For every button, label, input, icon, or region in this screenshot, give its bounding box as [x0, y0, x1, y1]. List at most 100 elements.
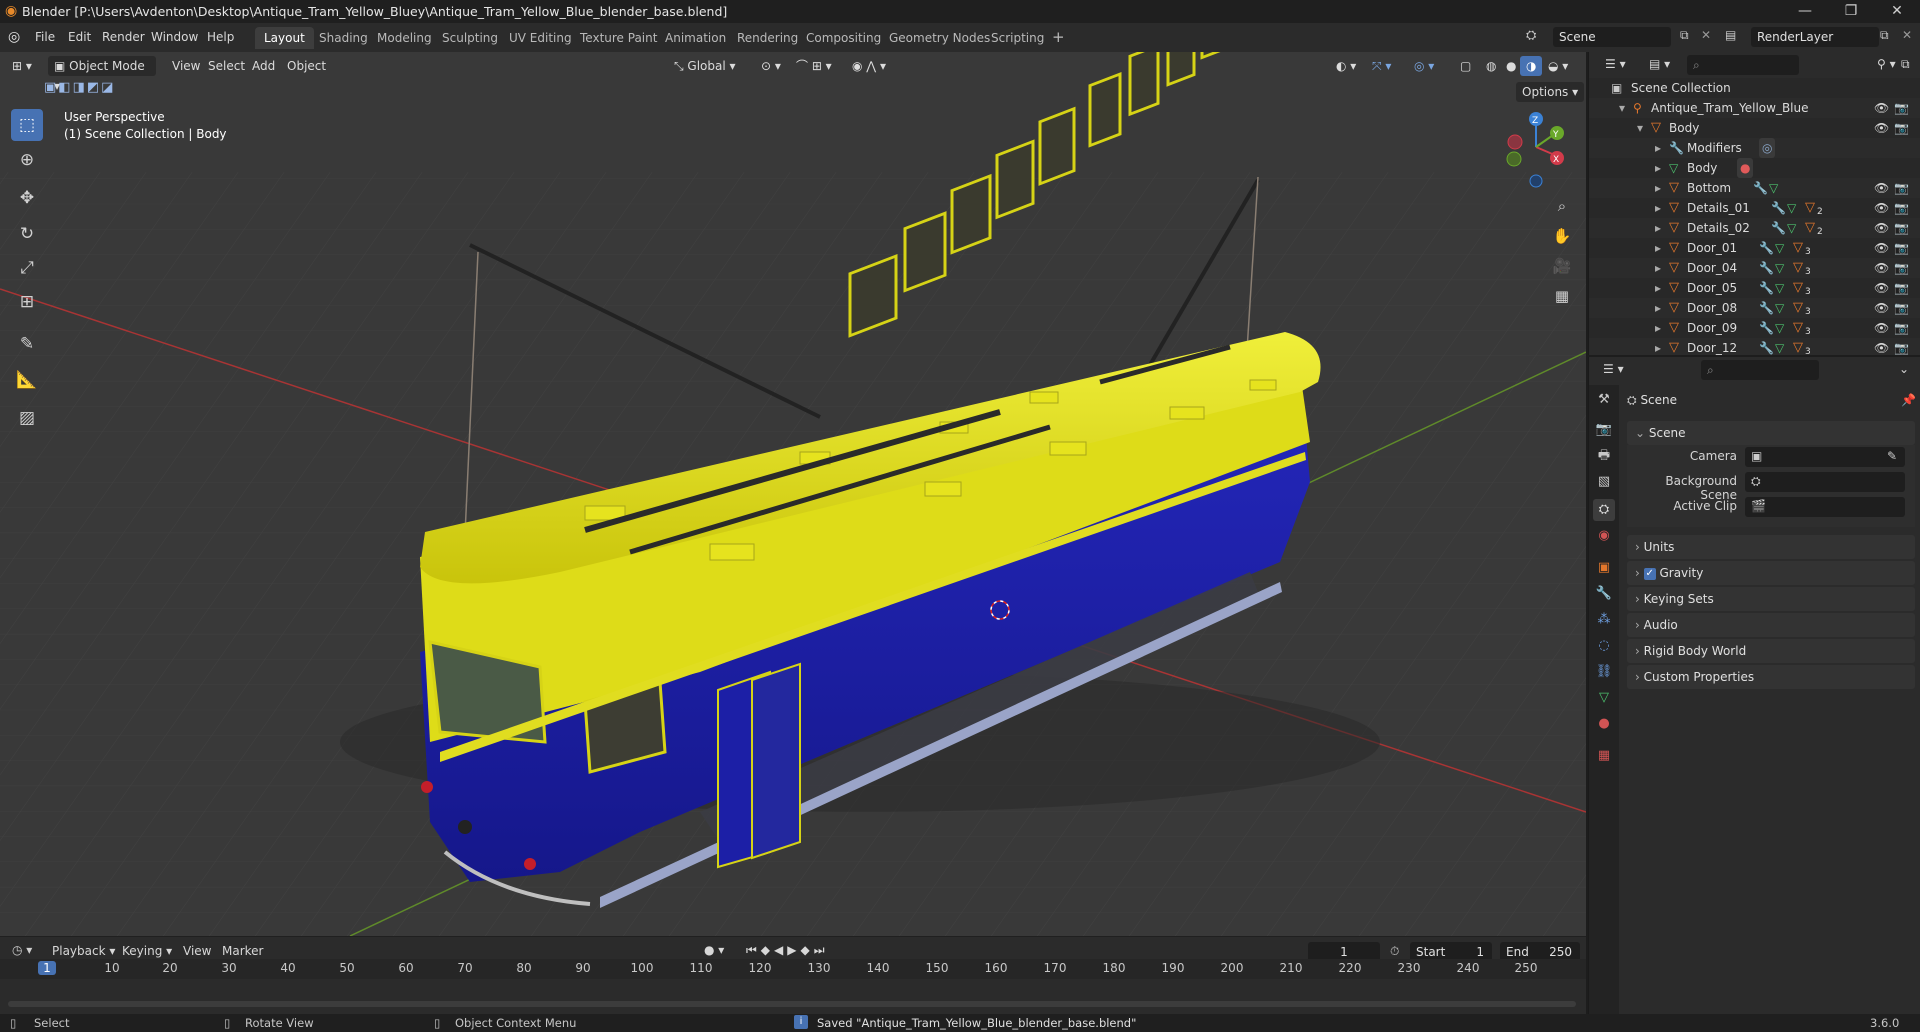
tab-compositing[interactable]: Compositing	[797, 27, 890, 49]
outliner-row-door-01[interactable]: ▸ ▽ Door_01 🔧 ▽ ▽ 3 👁 📷	[1589, 238, 1920, 258]
blender-menu-icon[interactable]: ◎	[8, 29, 20, 45]
data-tab-icon[interactable]: ▽	[1593, 687, 1615, 709]
output-tab-icon[interactable]: 🖶	[1593, 445, 1615, 467]
tab-rendering[interactable]: Rendering	[728, 27, 807, 49]
viewport-menu-add[interactable]: Add	[246, 56, 281, 76]
timeline-menu-playback[interactable]: Playback ▾	[52, 944, 115, 958]
timeline-ruler[interactable]: 1 10 20 30 40 50 60 70 80 90 100 110 120…	[0, 959, 1586, 979]
gravity-panel[interactable]: › ✓ Gravity	[1627, 561, 1915, 585]
render-camera-icon[interactable]: 📷	[1894, 258, 1909, 278]
tab-uv-editing[interactable]: UV Editing	[500, 27, 581, 49]
preview-range-icon[interactable]: ⏱	[1390, 944, 1399, 959]
units-panel[interactable]: › Units	[1627, 535, 1915, 559]
timeline-editor-type-icon[interactable]: ◷ ▾	[12, 943, 32, 957]
modifier-tab-icon[interactable]: 🔧	[1593, 583, 1615, 605]
overlay-toggle-icon[interactable]: ◎ ▾	[1408, 56, 1440, 76]
menu-render[interactable]: Render	[102, 30, 145, 44]
menu-edit[interactable]: Edit	[68, 30, 91, 44]
pan-hand-icon[interactable]: ✋	[1548, 222, 1576, 250]
view-layer-tab-icon[interactable]: ▧	[1593, 471, 1615, 493]
delete-scene-icon[interactable]: ✕	[1701, 28, 1711, 42]
properties-search-input[interactable]: ⌕	[1701, 360, 1819, 380]
visibility-eye-icon[interactable]: 👁	[1874, 258, 1889, 278]
3d-viewport[interactable]: Z X Y	[0, 52, 1586, 936]
visibility-eye-icon[interactable]: 👁	[1874, 178, 1889, 198]
display-mode-icon[interactable]: ▤ ▾	[1649, 57, 1670, 71]
playback-controls[interactable]: ⏮◆◀▶◆⏭	[746, 943, 829, 958]
visibility-eye-icon[interactable]: 👁	[1874, 278, 1889, 298]
menu-help[interactable]: Help	[207, 30, 234, 44]
new-view-layer-icon[interactable]: ⧉	[1880, 28, 1889, 43]
menu-window[interactable]: Window	[151, 30, 198, 44]
material-tab-icon[interactable]: ●	[1593, 713, 1615, 735]
outliner-tree[interactable]: ▣ Scene Collection ▾ ⚲ Antique_Tram_Yell…	[1589, 78, 1920, 355]
properties-editor-type-icon[interactable]: ☰ ▾	[1603, 362, 1624, 376]
visibility-eye-icon[interactable]: 👁	[1874, 318, 1889, 338]
visibility-eye-icon[interactable]: 👁	[1874, 198, 1889, 218]
render-camera-icon[interactable]: 📷	[1894, 198, 1909, 218]
tab-shading[interactable]: Shading	[310, 27, 377, 49]
visibility-eye-icon[interactable]: 👁	[1874, 298, 1889, 318]
options-button[interactable]: Options ▾	[1516, 82, 1585, 102]
outliner-editor-type-icon[interactable]: ☰ ▾	[1605, 57, 1626, 71]
viewport-menu-object[interactable]: Object	[281, 56, 332, 76]
tab-animation[interactable]: Animation	[656, 27, 735, 49]
zoom-icon[interactable]: ⌕	[1548, 192, 1576, 220]
tab-scripting[interactable]: Scripting	[982, 27, 1053, 49]
auto-keying-icon[interactable]: ● ▾	[704, 943, 724, 957]
timeline-scrollbar[interactable]	[8, 1001, 1576, 1007]
minimize-button[interactable]: —	[1782, 0, 1828, 23]
maximize-button[interactable]: ❐	[1828, 0, 1874, 23]
new-scene-icon[interactable]: ⧉	[1680, 28, 1689, 43]
measure-tool-icon[interactable]: 📐	[11, 364, 43, 396]
xray-icon[interactable]: ▢	[1454, 56, 1477, 76]
scene-icon[interactable]: ⛭	[1526, 28, 1536, 43]
selection-mode-icons[interactable]: ▣◧◨◩◪	[44, 80, 115, 95]
render-camera-icon[interactable]: 📷	[1894, 298, 1909, 318]
shading-material-icon[interactable]: ◑	[1520, 56, 1543, 76]
physics-tab-icon[interactable]: ◌	[1593, 635, 1615, 657]
pin-icon[interactable]: 📌	[1901, 393, 1916, 407]
scene-tab-icon[interactable]: ⛭	[1593, 499, 1615, 521]
timeline-editor[interactable]: ◷ ▾ Playback ▾ Keying ▾ View Marker ● ▾ …	[0, 936, 1586, 1014]
playhead[interactable]: 1	[38, 961, 56, 975]
gravity-checkbox[interactable]: ✓	[1643, 567, 1656, 580]
render-camera-icon[interactable]: 📷	[1894, 98, 1909, 118]
add-cube-tool-icon[interactable]: ▨	[11, 402, 43, 434]
rotate-tool-icon[interactable]: ↻	[11, 218, 43, 250]
viewport-menu-view[interactable]: View	[166, 56, 206, 76]
texture-tab-icon[interactable]: ▦	[1593, 745, 1615, 767]
transform-tool-icon[interactable]: ⊞	[11, 286, 43, 318]
menu-file[interactable]: File	[35, 30, 55, 44]
visibility-eye-icon[interactable]: 👁	[1874, 238, 1889, 258]
annotate-tool-icon[interactable]: ✎	[11, 328, 43, 360]
keying-sets-panel[interactable]: › Keying Sets	[1627, 587, 1915, 611]
rigid-body-world-panel[interactable]: › Rigid Body World	[1627, 639, 1915, 663]
outliner-row-details-02[interactable]: ▸ ▽ Details_02 🔧 ▽ ▽ 2 👁 📷	[1589, 218, 1920, 238]
mode-selector[interactable]: ▣ Object Mode ▾	[48, 56, 156, 93]
render-camera-icon[interactable]: 📷	[1894, 278, 1909, 298]
visibility-eye-icon[interactable]: 👁	[1874, 118, 1889, 138]
eyedropper-icon[interactable]: ✎	[1887, 449, 1897, 463]
tab-modeling[interactable]: Modeling	[368, 27, 441, 49]
pivot-point-icon[interactable]: ⊙ ▾	[755, 56, 787, 76]
viewport-menu-select[interactable]: Select	[202, 56, 251, 76]
outliner-row-details-01[interactable]: ▸ ▽ Details_01 🔧 ▽ ▽ 2 👁 📷	[1589, 198, 1920, 218]
perspective-toggle-icon[interactable]: ▦	[1548, 282, 1576, 310]
shading-rendered-icon[interactable]: ◒ ▾	[1542, 56, 1574, 76]
transform-orientation-selector[interactable]: ⤡ Global ▾	[668, 56, 746, 76]
outliner-row-modifiers[interactable]: ▸ 🔧 Modifiers ◎	[1589, 138, 1920, 158]
render-camera-icon[interactable]: 📷	[1894, 338, 1909, 355]
active-clip-field[interactable]: 🎬	[1745, 497, 1905, 517]
outliner-row-bottom[interactable]: ▸ ▽ Bottom 🔧 ▽ 👁 📷	[1589, 178, 1920, 198]
constraints-tab-icon[interactable]: ⛓	[1593, 661, 1615, 683]
properties-collapse-icon[interactable]: ⌄	[1899, 362, 1909, 376]
scene-panel-header[interactable]: ⌄ Scene	[1627, 421, 1915, 445]
scene-selector[interactable]: Scene	[1553, 27, 1671, 47]
render-camera-icon[interactable]: 📷	[1894, 318, 1909, 338]
camera-view-icon[interactable]: 🎥	[1548, 252, 1576, 280]
new-collection-icon[interactable]: ⧉	[1901, 57, 1910, 72]
add-workspace-button[interactable]: +	[1052, 28, 1065, 46]
outliner-row-door-12[interactable]: ▸ ▽ Door_12 🔧 ▽ ▽ 3 👁 📷	[1589, 338, 1920, 355]
custom-properties-panel[interactable]: › Custom Properties	[1627, 665, 1915, 689]
